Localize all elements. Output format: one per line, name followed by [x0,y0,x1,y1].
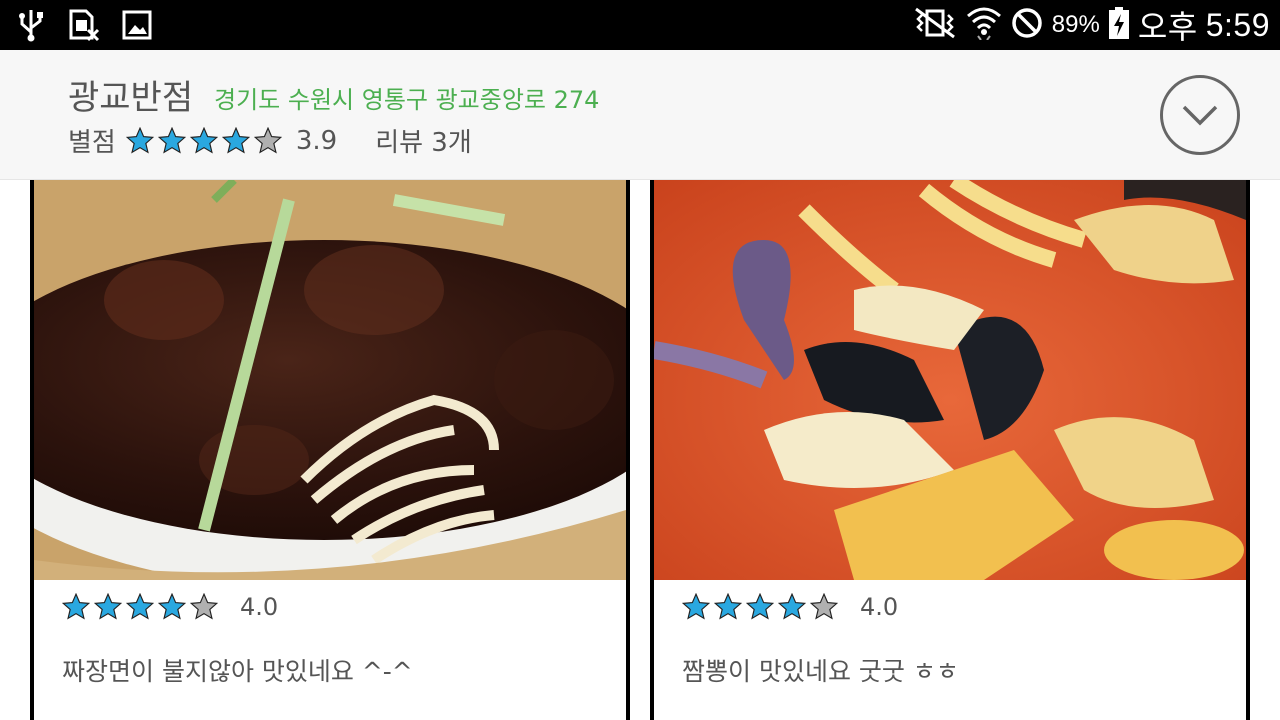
battery-percent: 89% [1051,11,1100,38]
star-empty-icon [190,593,218,620]
rating-stars [125,126,282,155]
vibrate-icon [912,7,958,43]
star-filled-icon [221,126,250,154]
usb-icon [16,8,46,46]
star-filled-icon [158,593,186,620]
star-filled-icon [157,126,186,154]
status-bar: 89% 오후 5:59 [0,0,1280,50]
star-empty-icon [810,593,838,620]
review-count[interactable]: 리뷰 3개 [375,122,472,159]
restaurant-header: 광교반점 경기도 수원시 영통구 광교중앙로 274 별점 3.9 리뷰 3개 [0,50,1280,180]
star-filled-icon [746,593,774,620]
review-comment: 짬뽕이 맛있네요 굿굿 ㅎㅎ [682,657,959,686]
review-rating-value: 4.0 [240,593,279,621]
review-rating: 4.0 [682,593,898,621]
star-empty-icon [253,126,282,154]
review-card[interactable]: 4.0 짬뽕이 맛있네요 굿굿 ㅎㅎ [650,180,1250,720]
star-filled-icon [94,593,122,620]
status-ampm: 오후 [1137,9,1198,45]
jajangmyeon-photo[interactable] [34,180,626,580]
collapse-button[interactable] [1160,75,1240,155]
chevron-down-icon [1182,105,1218,126]
do-not-disturb-icon [1010,6,1044,44]
star-filled-icon [62,593,90,620]
wifi-icon [966,6,1002,44]
image-icon [122,9,152,45]
rating-value: 3.9 [295,125,338,156]
restaurant-address[interactable]: 경기도 수원시 영통구 광교중앙로 274 [214,80,599,115]
review-rating-value: 4.0 [860,593,899,621]
restaurant-name: 광교반점 [68,78,194,118]
jjamppong-photo[interactable] [654,180,1246,580]
star-filled-icon [125,126,154,154]
review-card[interactable]: 4.0 짜장면이 불지않아 맛있네요 ^-^ [30,180,630,720]
star-filled-icon [714,593,742,620]
star-filled-icon [189,126,218,154]
review-comment: 짜장면이 불지않아 맛있네요 ^-^ [62,657,413,686]
star-filled-icon [778,593,806,620]
review-rating: 4.0 [62,593,278,621]
battery-charging-icon [1108,6,1130,44]
status-time: 5:59 [1205,6,1270,43]
restaurant-rating: 별점 3.9 리뷰 3개 [68,122,472,159]
rating-label: 별점 [68,128,116,158]
star-filled-icon [682,593,710,620]
sim-card-off-icon [68,8,100,46]
review-stars [682,593,838,621]
star-filled-icon [126,593,154,620]
review-stars [62,593,218,621]
